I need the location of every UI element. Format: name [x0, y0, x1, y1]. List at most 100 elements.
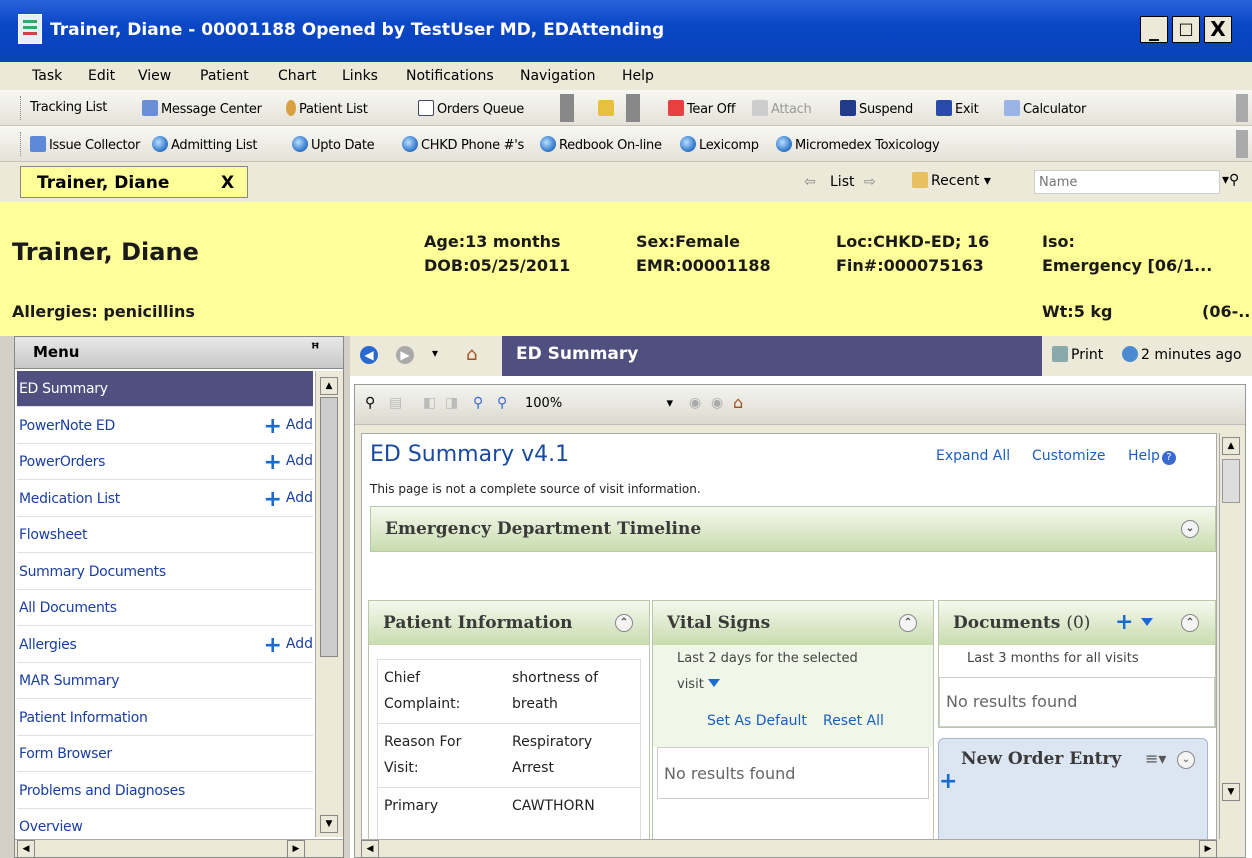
tear-off-button[interactable]: Tear Off: [668, 100, 735, 117]
suspend-button[interactable]: Suspend: [840, 100, 913, 117]
menu-notifications[interactable]: Notifications: [406, 68, 494, 84]
history-dropdown-icon[interactable]: ▾: [432, 346, 438, 360]
message-center-button[interactable]: Message Center: [142, 100, 262, 117]
lexicomp-link[interactable]: Lexicomp: [680, 136, 759, 153]
menu-edit[interactable]: Edit: [88, 68, 115, 84]
set-as-default-link[interactable]: Set As Default: [707, 713, 807, 729]
page-back-icon[interactable]: ◧: [423, 395, 436, 411]
documents-header[interactable]: Documents (0) + ⌃: [939, 601, 1215, 645]
chkd-phone-link[interactable]: CHKD Phone #'s: [402, 136, 524, 153]
back-arrow-icon[interactable]: ⇦: [804, 174, 816, 190]
scroll-up-button[interactable]: ▲: [1222, 437, 1240, 455]
chevron-up-icon[interactable]: ⌃: [1181, 614, 1199, 632]
recent-dropdown[interactable]: Recent ▾: [912, 172, 991, 189]
forward-arrow-icon[interactable]: ⇨: [864, 174, 876, 190]
patient-name-search[interactable]: [1034, 170, 1220, 194]
visit-dropdown[interactable]: visit: [677, 677, 720, 692]
sidebar-item-problems-and-diagnoses[interactable]: Problems and Diagnoses: [17, 773, 313, 809]
scroll-thumb[interactable]: [1222, 459, 1240, 503]
add-order-icon[interactable]: +: [939, 769, 957, 794]
toolbar-chevron[interactable]: [1236, 130, 1248, 158]
scroll-up-button[interactable]: ▲: [320, 377, 338, 395]
menu-patient[interactable]: Patient: [200, 68, 249, 84]
scroll-thumb[interactable]: [320, 397, 338, 657]
sidebar-item-powernote-ed[interactable]: PowerNote ED + Add: [17, 408, 313, 444]
expand-all-link[interactable]: Expand All: [936, 448, 1010, 464]
timeline-header[interactable]: Emergency Department Timeline ⌄: [371, 507, 1215, 551]
documents-dropdown-icon[interactable]: [1141, 618, 1153, 626]
zoom-out-icon[interactable]: ⚲: [473, 395, 483, 411]
back-icon[interactable]: ◀: [360, 346, 378, 364]
vital-signs-header[interactable]: Vital Signs ⌃: [653, 601, 933, 645]
menu-help[interactable]: Help: [622, 68, 654, 84]
reset-all-link[interactable]: Reset All: [823, 713, 884, 729]
admitting-list-link[interactable]: Admitting List: [152, 136, 257, 153]
tab-close-button[interactable]: X: [221, 173, 234, 193]
sidebar-item-allergies[interactable]: Allergies + Add: [17, 627, 313, 663]
sidebar-item-all-documents[interactable]: All Documents: [17, 590, 313, 626]
content-scrollbar[interactable]: ▲ ▼: [1219, 433, 1243, 839]
patient-tab[interactable]: Trainer, Diane X: [20, 166, 248, 198]
forward-icon[interactable]: ▶: [396, 346, 414, 364]
exit-button[interactable]: Exit: [936, 100, 979, 117]
sidebar-item-summary-documents[interactable]: Summary Documents: [17, 554, 313, 590]
menu-view[interactable]: View: [138, 68, 171, 84]
sidebar-item-powerorders[interactable]: PowerOrders + Add: [17, 444, 313, 480]
menu-links[interactable]: Links: [342, 68, 378, 84]
scroll-left-button[interactable]: ◀: [17, 840, 35, 858]
orders-queue-button[interactable]: Orders Queue: [418, 100, 524, 117]
chevron-up-icon[interactable]: ⌃: [615, 614, 633, 632]
next-page-icon[interactable]: ◉: [711, 395, 723, 411]
maximize-button[interactable]: □: [1172, 16, 1200, 43]
attach-button[interactable]: Attach: [752, 100, 812, 117]
chevron-down-icon[interactable]: ⌄: [1181, 520, 1199, 538]
add-button[interactable]: + Add: [263, 487, 313, 512]
toolbar-overflow-2[interactable]: [626, 94, 640, 122]
home-icon[interactable]: ⌂: [466, 344, 477, 365]
key-icon[interactable]: [598, 100, 617, 117]
sidebar-item-patient-information[interactable]: Patient Information: [17, 700, 313, 736]
sidebar-item-mar-summary[interactable]: MAR Summary: [17, 663, 313, 699]
scroll-right-button[interactable]: ▶: [1199, 840, 1217, 858]
zoom-select[interactable]: 100% ▾: [525, 396, 679, 416]
sidebar-item-form-browser[interactable]: Form Browser: [17, 736, 313, 772]
find-icon[interactable]: ⚲: [365, 395, 375, 411]
customize-link[interactable]: Customize: [1032, 448, 1106, 464]
patient-info-header[interactable]: Patient Information ⌃: [369, 601, 649, 645]
refresh-button[interactable]: 2 minutes ago: [1122, 346, 1242, 363]
menu-scrollbar[interactable]: ▲ ▼: [315, 371, 343, 837]
add-button[interactable]: + Add: [263, 633, 313, 658]
scroll-left-button[interactable]: ◀: [361, 840, 379, 858]
minimize-button[interactable]: _: [1140, 16, 1168, 43]
toolbar-chevron[interactable]: [1236, 94, 1248, 122]
menu-navigation[interactable]: Navigation: [520, 68, 596, 84]
redbook-link[interactable]: Redbook On-line: [540, 136, 662, 153]
toolbar-overflow[interactable]: [560, 94, 574, 122]
scroll-right-button[interactable]: ▶: [287, 840, 305, 858]
menu-chart[interactable]: Chart: [278, 68, 316, 84]
chevron-down-icon[interactable]: ⌄: [1177, 751, 1195, 769]
micromedex-link[interactable]: Micromedex Toxicology: [776, 136, 940, 153]
zoom-in-icon[interactable]: ⚲: [497, 395, 507, 411]
add-button[interactable]: + Add: [263, 414, 313, 439]
close-button[interactable]: X: [1204, 16, 1232, 43]
scroll-down-button[interactable]: ▼: [1222, 783, 1240, 801]
sidebar-item-flowsheet[interactable]: Flowsheet: [17, 517, 313, 553]
sidebar-item-medication-list[interactable]: Medication List + Add: [17, 481, 313, 517]
content-hscrollbar[interactable]: ◀ ▶: [361, 839, 1217, 858]
add-document-icon[interactable]: +: [1115, 609, 1133, 635]
menu-task[interactable]: Task: [32, 68, 62, 84]
add-button[interactable]: + Add: [263, 450, 313, 475]
pin-icon[interactable]: ꟸ: [311, 341, 320, 357]
page-forward-icon[interactable]: ◨: [445, 395, 458, 411]
issue-collector-button[interactable]: Issue Collector: [30, 136, 140, 153]
sidebar-item-overview[interactable]: Overview: [17, 809, 313, 837]
prev-page-icon[interactable]: ◉: [689, 395, 701, 411]
print-preview-icon[interactable]: ▤: [389, 395, 402, 411]
print-button[interactable]: Print: [1052, 346, 1103, 363]
patient-list-button[interactable]: Patient List: [286, 100, 368, 117]
tracking-list-button[interactable]: Tracking List: [30, 100, 107, 115]
home-icon[interactable]: ⌂: [733, 393, 743, 412]
list-button[interactable]: List: [830, 174, 854, 190]
scroll-down-button[interactable]: ▼: [320, 815, 338, 833]
